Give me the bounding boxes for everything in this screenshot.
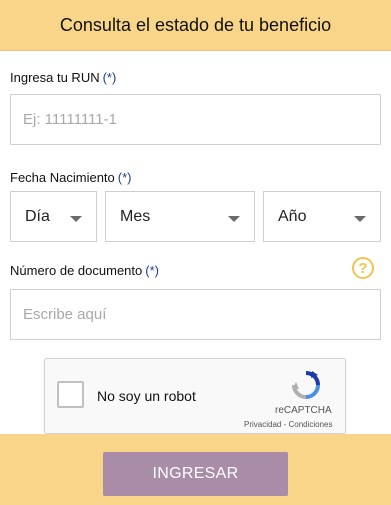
birth-label: Fecha Nacimiento (*): [10, 170, 132, 185]
chevron-down-icon: [354, 215, 366, 222]
run-input[interactable]: [11, 95, 380, 144]
recaptcha-widget: No soy un robot reCAPTCHA Privacidad - C…: [44, 358, 346, 434]
birth-label-text: Fecha Nacimiento: [10, 170, 115, 185]
run-required-mark: (*): [102, 70, 117, 85]
run-field[interactable]: [10, 94, 381, 145]
page-header: Consulta el estado de tu beneficio: [0, 0, 391, 51]
year-select-value: Año: [278, 207, 307, 225]
recaptcha-checkbox[interactable]: [57, 381, 84, 408]
month-select-value: Mes: [120, 207, 151, 225]
chevron-down-icon: [228, 215, 240, 222]
page-title: Consulta el estado de tu beneficio: [59, 14, 332, 35]
day-select-value: Día: [25, 207, 50, 225]
document-label: Número de documento (*): [10, 263, 159, 278]
recaptcha-terms: Privacidad - Condiciones: [244, 420, 333, 429]
help-icon[interactable]: ?: [352, 257, 374, 279]
recaptcha-logo-icon: [292, 371, 320, 399]
month-select[interactable]: Mes: [105, 191, 255, 242]
run-label: Ingresa tu RUN (*): [10, 70, 116, 85]
chevron-down-icon: [70, 215, 82, 222]
recaptcha-conditions-link[interactable]: Condiciones: [288, 420, 332, 429]
document-label-text: Número de documento: [10, 263, 143, 278]
year-select[interactable]: Año: [263, 191, 381, 242]
recaptcha-label: No soy un robot: [97, 388, 196, 404]
day-select[interactable]: Día: [10, 191, 97, 242]
birth-required-mark: (*): [117, 170, 132, 185]
document-field[interactable]: [10, 289, 381, 340]
recaptcha-privacy-link[interactable]: Privacidad: [244, 420, 281, 429]
document-required-mark: (*): [145, 263, 159, 278]
run-label-text: Ingresa tu RUN: [10, 70, 100, 85]
document-input[interactable]: [11, 290, 380, 339]
submit-button[interactable]: INGRESAR: [103, 452, 288, 496]
recaptcha-brand: reCAPTCHA: [275, 405, 332, 416]
